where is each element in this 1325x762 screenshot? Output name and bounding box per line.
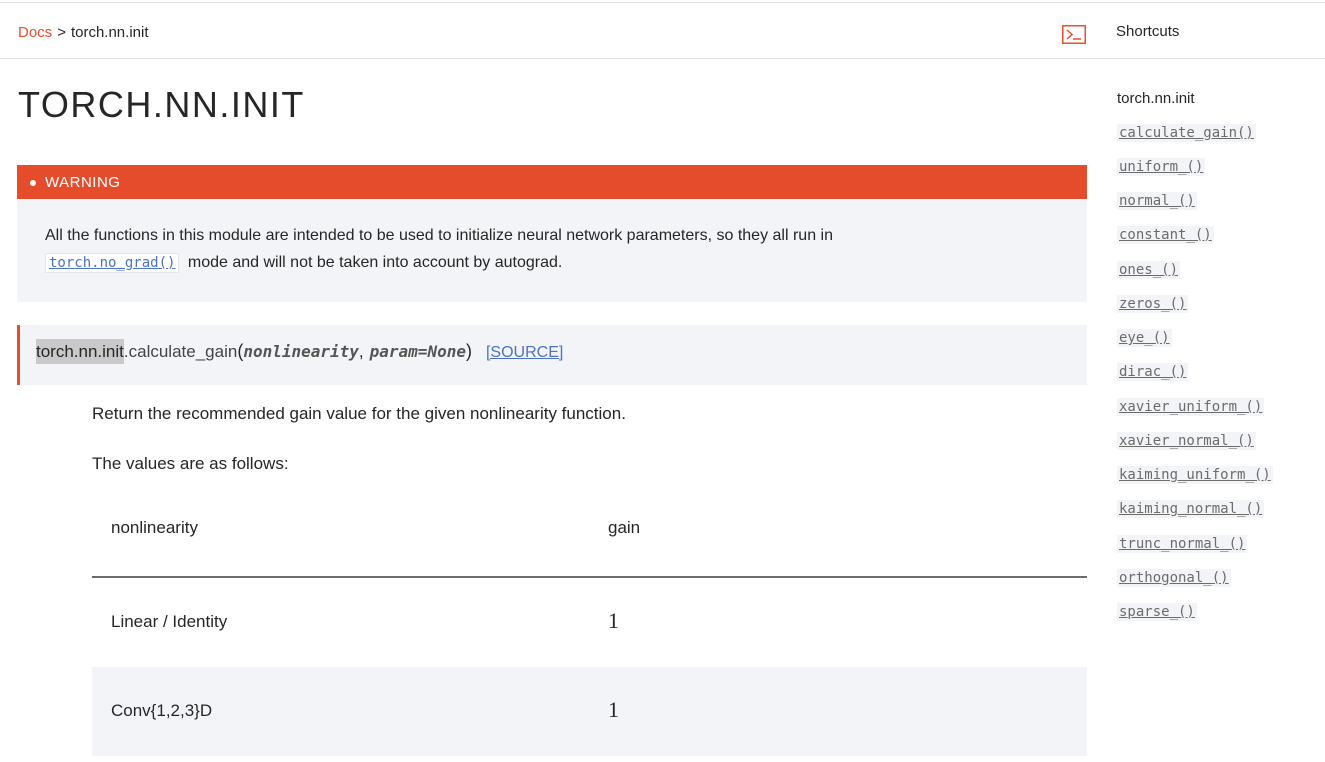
sidebar-item-normal[interactable]: normal_() [1117, 192, 1197, 210]
breadcrumb-separator: > [57, 24, 66, 41]
signature-close-paren: ) [465, 341, 472, 361]
source-link[interactable]: [SOURCE] [486, 344, 563, 361]
signature-module: torch.nn.init [36, 339, 124, 364]
sidebar-item-orthogonal[interactable]: orthogonal_() [1117, 569, 1231, 587]
terminal-icon[interactable] [1062, 25, 1086, 44]
sidebar-item-xavier-normal[interactable]: xavier_normal_() [1117, 432, 1256, 450]
page-title: TORCH.NN.INIT [18, 84, 305, 125]
warning-header: WARNING [17, 165, 1087, 199]
signature-param-nonlinearity: nonlinearity [243, 342, 359, 361]
table-cell-gain: 1 [608, 608, 619, 633]
sidebar-item-kaiming-uniform[interactable]: kaiming_uniform_() [1117, 466, 1273, 484]
table-row: Linear / Identity 1 [92, 578, 1087, 667]
sidebar-item-kaiming-normal[interactable]: kaiming_normal_() [1117, 500, 1265, 518]
table-cell-nonlinearity: Linear / Identity [111, 612, 228, 631]
sidebar-item-ones[interactable]: ones_() [1117, 261, 1181, 279]
warning-text-rest: mode and will not be taken into account … [187, 254, 563, 271]
shortcuts-title: Shortcuts [1116, 23, 1180, 40]
sidebar-item-zeros[interactable]: zeros_() [1117, 295, 1189, 313]
sidebar-item-current[interactable]: torch.nn.init [1117, 90, 1195, 107]
sidebar-item-xavier-uniform[interactable]: xavier_uniform_() [1117, 398, 1265, 416]
function-signature: torch.nn.init.calculate_gain(nonlinearit… [17, 325, 1087, 385]
signature-comma: , [358, 342, 364, 361]
table-row: Conv{1,2,3}D 1 [92, 667, 1087, 756]
sidebar-item-trunc-normal[interactable]: trunc_normal_() [1117, 535, 1248, 553]
values-intro: The values are as follows: [92, 454, 289, 473]
sidebar-item-dirac[interactable]: dirac_() [1117, 363, 1189, 381]
warning-body: All the functions in this module are int… [17, 199, 1087, 302]
signature-param-param: param=None [369, 342, 466, 361]
breadcrumb-current: torch.nn.init [70, 24, 149, 41]
no-grad-code-link[interactable]: torch.no_grad() [45, 253, 180, 273]
table-header-nonlinearity: nonlinearity [111, 518, 198, 537]
breadcrumb: Docs > torch.nn.init [18, 24, 149, 41]
function-description: Return the recommended gain value for th… [92, 404, 626, 423]
warning-text-line1: All the functions in this module are int… [45, 227, 833, 244]
table-cell-nonlinearity: Conv{1,2,3}D [111, 701, 213, 720]
sidebar-item-calculate-gain[interactable]: calculate_gain() [1117, 124, 1256, 142]
signature-function-name: .calculate_gain [123, 342, 238, 361]
sidebar-item-constant[interactable]: constant_() [1117, 226, 1214, 244]
warning-label: WARNING [45, 174, 121, 191]
warning-text-line2: torch.no_grad() mode and will not be tak… [45, 253, 563, 273]
sidebar-item-eye[interactable]: eye_() [1117, 329, 1172, 347]
table-header-gain: gain [608, 518, 641, 537]
table-cell-gain: 1 [608, 697, 619, 722]
sidebar-item-uniform[interactable]: uniform_() [1117, 158, 1206, 176]
signature-line: torch.nn.init.calculate_gain(nonlinearit… [36, 339, 563, 364]
bullet-icon [30, 180, 36, 186]
header-bar: Docs > torch.nn.init Shortcuts [0, 3, 1325, 59]
table-header-row: nonlinearity gain [92, 490, 1087, 578]
sidebar-item-sparse[interactable]: sparse_() [1117, 603, 1197, 621]
breadcrumb-docs-link[interactable]: Docs [18, 24, 52, 41]
